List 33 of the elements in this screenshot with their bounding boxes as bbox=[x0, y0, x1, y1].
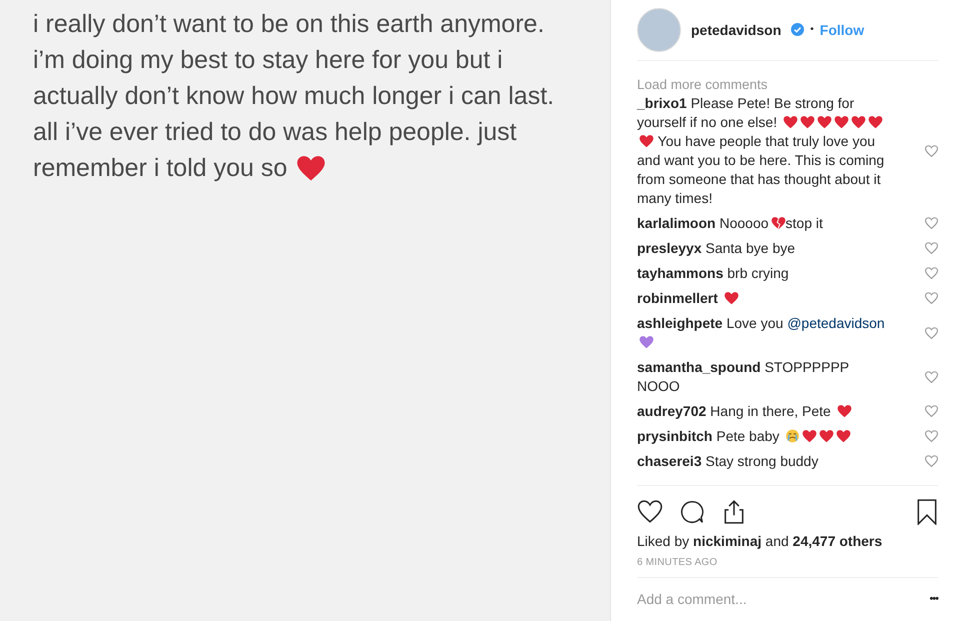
like-heart-icon[interactable] bbox=[925, 217, 938, 230]
like-heart-icon[interactable] bbox=[925, 267, 938, 280]
mention-link[interactable]: @petedavidson bbox=[787, 314, 885, 331]
comment-text: samantha_spound STOPPPPPP NOOO bbox=[637, 358, 850, 396]
crying-face-icon bbox=[785, 428, 800, 443]
like-heart-icon[interactable] bbox=[925, 326, 938, 339]
comment-text: ashleighpete Love you @petedavidson bbox=[637, 314, 889, 352]
avatar-photo[interactable] bbox=[637, 8, 681, 52]
bookmark-icon[interactable] bbox=[916, 498, 938, 525]
heart-icon[interactable] bbox=[637, 498, 663, 525]
comment-text: karlalimoon Nooooo stop it bbox=[637, 214, 824, 233]
like-heart-icon[interactable] bbox=[925, 292, 938, 304]
separator-dot: • bbox=[810, 24, 814, 36]
comment-text: robinmellert bbox=[637, 288, 889, 308]
comment-input-field[interactable]: Add a comment... bbox=[637, 591, 930, 608]
comment-text: tayhammons brb crying bbox=[637, 264, 790, 283]
likes-count: Liked by nickiminaj and 24,477 others bbox=[637, 532, 884, 549]
like-heart-icon[interactable] bbox=[925, 430, 938, 442]
post-text: i really don’t want to be on this earth anymore. i’m doing my best to stay here for you but i actually don’t know how much longer i can last. all i’ve ever tried to do was help people. just remember i told you so bbox=[33, 10, 554, 182]
like-heart-icon[interactable] bbox=[925, 405, 938, 418]
more-options-button[interactable]: ••• bbox=[929, 593, 938, 606]
comment-text: presleyyx Santa bye bye bbox=[637, 238, 796, 258]
comment-text: chaserei3 Stay strong buddy bbox=[637, 452, 820, 471]
comment-text: _brixo1 Please Pete! Be strong for yourself if no one else! You have people that truly love you and want you to be here. This is coming from someone that has thought about it many times! bbox=[637, 94, 886, 208]
comment-text: audrey702 Hang in there, Pete bbox=[637, 402, 889, 421]
like-heart-icon[interactable] bbox=[925, 455, 938, 468]
comment-text: prysinbitch Pete baby bbox=[637, 426, 889, 446]
like-heart-icon[interactable] bbox=[925, 144, 938, 157]
comment-icon[interactable] bbox=[679, 498, 705, 525]
post-time: 6 MINUTES AGO bbox=[637, 556, 718, 568]
username[interactable]: petedavidson bbox=[691, 22, 782, 38]
like-heart-icon[interactable] bbox=[925, 370, 938, 383]
like-heart-icon[interactable] bbox=[925, 242, 938, 254]
